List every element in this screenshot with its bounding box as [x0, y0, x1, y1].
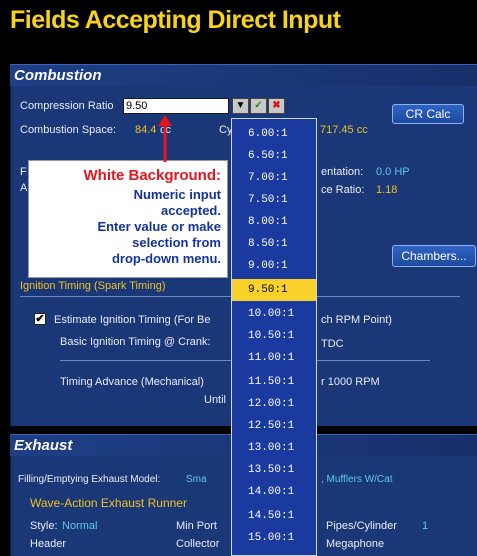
- megaphone-label: Megaphone: [326, 538, 385, 550]
- annotation-callout: White Background: Numeric input accepted…: [28, 160, 228, 278]
- dropdown-option[interactable]: 8.50:1: [232, 233, 316, 255]
- dropdown-option[interactable]: 13.50:1: [232, 459, 316, 481]
- dropdown-option[interactable]: 11.50:1: [232, 371, 316, 393]
- exhaust-model-label: Filling/Emptying Exhaust Model:: [18, 474, 161, 485]
- dropdown-option[interactable]: 14.50:1: [232, 505, 316, 527]
- wave-action-header: Wave-Action Exhaust Runner: [30, 496, 187, 510]
- screenshot-frame: Fields Accepting Direct Input Combustion…: [0, 0, 477, 556]
- combustion-section-label: Combustion: [14, 67, 102, 84]
- style-label: Style:: [30, 520, 58, 532]
- checkmark-icon: ✓: [254, 100, 263, 111]
- partial-label-f: F: [20, 166, 27, 178]
- style-value[interactable]: Normal: [62, 520, 97, 532]
- title-bar: Fields Accepting Direct Input: [0, 0, 477, 48]
- min-port-label: Min Port: [176, 520, 217, 532]
- compression-ratio-input[interactable]: 9.50: [123, 98, 229, 114]
- dropdown-toggle-button[interactable]: ▼: [232, 98, 249, 114]
- dropdown-option[interactable]: 7.00:1: [232, 167, 316, 189]
- close-icon: ✖: [272, 100, 281, 111]
- cylinder-volume-value: 717.45 cc: [320, 124, 368, 136]
- accept-button[interactable]: ✓: [250, 98, 267, 114]
- dropdown-option[interactable]: 12.50:1: [232, 415, 316, 437]
- cancel-button[interactable]: ✖: [268, 98, 285, 114]
- callout-body: Numeric input accepted. Enter value or m…: [39, 187, 221, 267]
- combustion-space-unit: cc: [160, 124, 171, 136]
- ratio-value: 1.18: [376, 184, 398, 196]
- callout-line: Numeric input: [133, 187, 221, 202]
- dropdown-option[interactable]: 14.00:1: [232, 481, 316, 503]
- basic-timing-label: Basic Ignition Timing @ Crank:: [60, 336, 211, 348]
- dropdown-option[interactable]: 13.00:1: [232, 437, 316, 459]
- exhaust-model-value[interactable]: Sma: [186, 474, 207, 485]
- header-label: Header: [30, 538, 67, 550]
- page-title: Fields Accepting Direct Input: [10, 6, 341, 34]
- compression-ratio-dropdown[interactable]: 6.00:1 6.50:1 7.00:1 7.50:1 8.00:1 8.50:…: [231, 118, 317, 556]
- exhaust-model-suffix: , Mufflers W/Cat: [321, 474, 393, 485]
- orientation-label: entation:: [321, 166, 364, 178]
- timing-advance-suffix: r 1000 RPM: [321, 376, 380, 388]
- pipes-label: Pipes/Cylinder: [326, 520, 397, 532]
- estimate-timing-suffix: ch RPM Point): [321, 314, 392, 326]
- pipes-value: 1: [422, 520, 429, 532]
- dropdown-option[interactable]: 15.00:1: [232, 527, 316, 549]
- callout-line: accepted.: [161, 203, 221, 218]
- combustion-section-header: Combustion: [10, 64, 477, 86]
- dropdown-option[interactable]: 8.00:1: [232, 211, 316, 233]
- chevron-down-icon: ▼: [235, 100, 246, 111]
- dropdown-option[interactable]: 11.00:1: [232, 347, 316, 369]
- callout-line: Enter value or make: [97, 219, 221, 234]
- ratio-label: ce Ratio:: [321, 184, 365, 196]
- partial-label-a: A: [20, 182, 28, 194]
- dropdown-option[interactable]: 9.00:1: [232, 255, 316, 277]
- orientation-value: 0.0 HP: [376, 166, 410, 178]
- estimate-timing-checkbox[interactable]: ✔: [34, 313, 46, 325]
- combustion-space-label: Combustion Space:: [20, 124, 116, 136]
- callout-heading: White Background:: [83, 167, 222, 184]
- timing-advance-label: Timing Advance (Mechanical): [60, 376, 204, 388]
- dropdown-option[interactable]: 6.50:1: [232, 145, 316, 167]
- estimate-timing-label: Estimate Ignition Timing (For Be: [54, 314, 211, 326]
- exhaust-section-label: Exhaust: [14, 437, 73, 454]
- collector-label: Collector: [176, 538, 220, 550]
- compression-ratio-label: Compression Ratio: [20, 100, 114, 112]
- cr-calc-button[interactable]: CR Calc: [392, 104, 464, 124]
- dropdown-option[interactable]: 7.50:1: [232, 189, 316, 211]
- dropdown-option-selected[interactable]: 9.50:1: [232, 279, 316, 301]
- dropdown-option[interactable]: 6.00:1: [232, 123, 316, 145]
- callout-line: selection from: [132, 235, 221, 250]
- callout-line: drop-down menu.: [111, 251, 221, 266]
- dropdown-option[interactable]: 10.00:1: [232, 303, 316, 325]
- ignition-timing-header: Ignition Timing (Spark Timing): [20, 280, 166, 292]
- dropdown-option[interactable]: 12.00:1: [232, 393, 316, 415]
- basic-timing-suffix: TDC: [321, 338, 344, 350]
- combustion-space-value: 84.4: [135, 124, 157, 136]
- chambers-button[interactable]: Chambers...: [392, 245, 476, 267]
- until-label: Until: [204, 394, 227, 406]
- dropdown-option[interactable]: 10.50:1: [232, 325, 316, 347]
